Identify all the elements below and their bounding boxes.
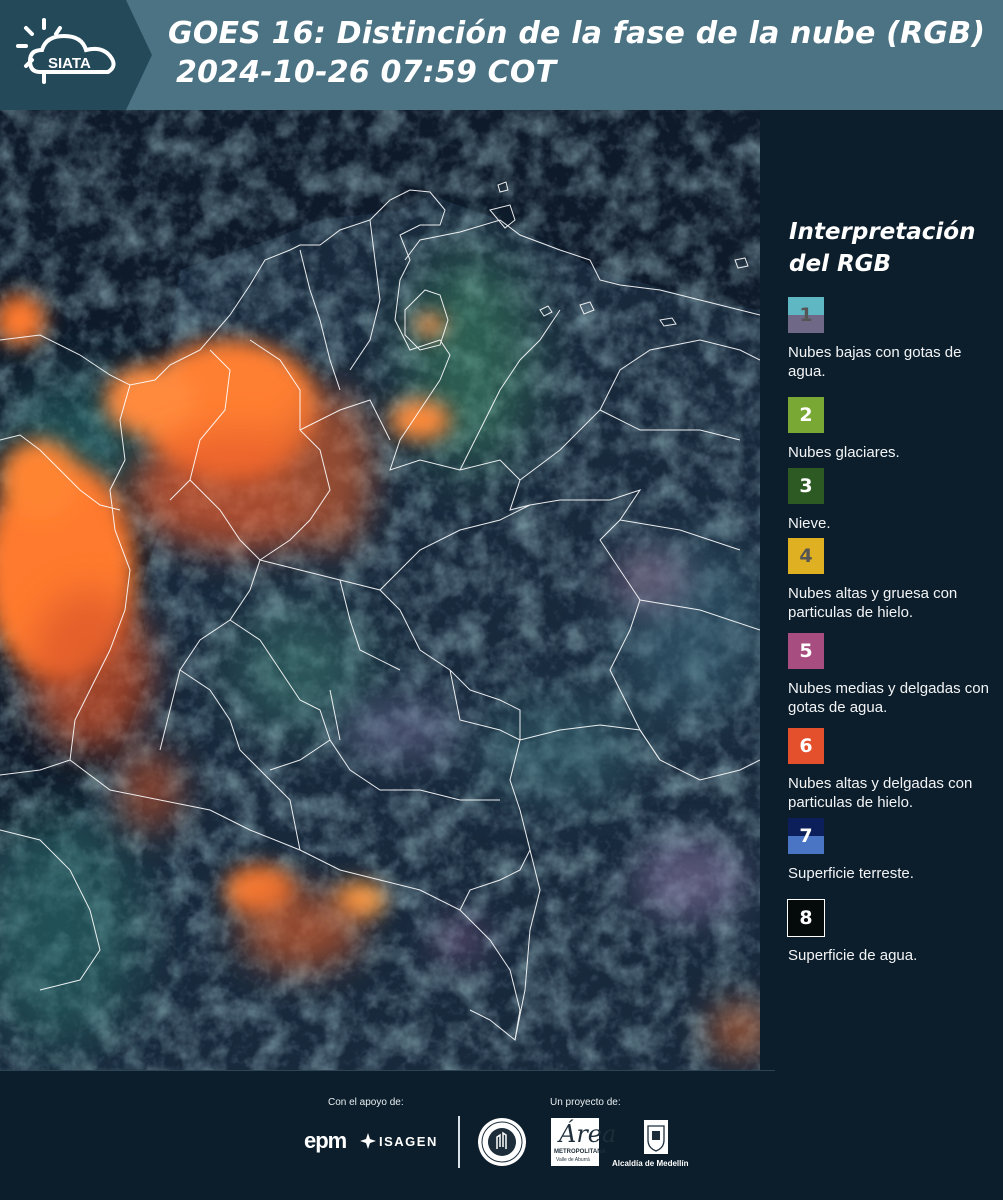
isagen-logo[interactable]: ISAGEN xyxy=(360,1131,438,1151)
page-timestamp: 2024-10-26 07:59 COT xyxy=(176,55,557,90)
satellite-map[interactable] xyxy=(0,110,760,1070)
seal-icon[interactable] xyxy=(477,1117,527,1167)
footer-separator xyxy=(458,1116,460,1168)
legend-number: 6 xyxy=(799,735,813,757)
legend-swatch: 5 xyxy=(788,633,824,669)
isagen-star-icon xyxy=(360,1133,376,1149)
legend-number: 7 xyxy=(799,825,813,847)
legend-swatch: 3 xyxy=(788,468,824,504)
footer: Con el apoyo de: Un proyecto de: epm ISA… xyxy=(0,1070,1003,1200)
legend-label: Nubes glaciares. xyxy=(788,444,900,461)
legend-label: Nubes bajas con gotas de agua. xyxy=(788,344,962,380)
legend-item: 2 Nubes glaciares. xyxy=(788,397,1000,462)
legend-label: Nubes medias y delgadas con gotas de agu… xyxy=(788,680,989,716)
legend-swatch: 6 xyxy=(788,728,824,764)
footer-divider xyxy=(0,1070,775,1071)
area-metropolitana-logo[interactable]: Área METROPOLITANA Valle de Aburrá xyxy=(551,1118,616,1166)
satellite-map-svg xyxy=(0,110,760,1070)
legend-number: 3 xyxy=(799,475,813,497)
alcaldia-label: Alcaldía de Medellín xyxy=(612,1159,689,1168)
legend-label: Nubes altas y delgadas con particulas de… xyxy=(788,775,973,811)
cloud-sun-icon: SIATA xyxy=(16,18,116,84)
legend-number: 2 xyxy=(799,404,813,426)
legend-item: 8 Superficie de agua. xyxy=(787,899,1000,965)
legend-panel: Interpretación del RGB 1 Nubes bajas con … xyxy=(760,110,1003,1070)
legend-item: 1 Nubes bajas con gotas de agua. xyxy=(788,297,1000,381)
legend-title: Interpretación del RGB xyxy=(789,219,976,277)
legend-item: 4 Nubes altas y gruesa con particulas de … xyxy=(788,538,1000,622)
legend-swatch: 8 xyxy=(787,899,825,937)
legend-item: 5 Nubes medias y delgadas con gotas de ag… xyxy=(788,633,1000,717)
page-title: GOES 16: Distinción de la fase de la nub… xyxy=(168,16,986,51)
header-banner: SIATA GOES 16: Distinción de la fase de … xyxy=(0,0,1003,110)
legend-number: 1 xyxy=(799,304,813,326)
project-label: Un proyecto de: xyxy=(550,1097,621,1108)
siata-logo[interactable]: SIATA xyxy=(0,0,152,110)
legend-number: 5 xyxy=(799,640,813,662)
legend-label: Superficie terreste. xyxy=(788,865,914,882)
legend-label: Superficie de agua. xyxy=(788,947,918,964)
legend-item: 3 Nieve. xyxy=(788,468,1000,533)
amva-letter: Área xyxy=(559,1120,617,1148)
isagen-text: ISAGEN xyxy=(379,1133,438,1149)
legend-swatch: 4 xyxy=(788,538,824,574)
legend-swatch: 7 xyxy=(788,818,824,854)
legend-label: Nubes altas y gruesa con particulas de h… xyxy=(788,585,958,621)
legend-swatch: 1 xyxy=(788,297,824,333)
support-label: Con el apoyo de: xyxy=(328,1097,404,1108)
amva-line2: Valle de Aburrá xyxy=(556,1157,590,1163)
epm-logo[interactable]: epm xyxy=(304,1128,347,1154)
legend-number: 4 xyxy=(799,545,813,567)
amva-line1: METROPOLITANA xyxy=(554,1149,606,1155)
legend-item: 6 Nubes altas y delgadas con particulas d… xyxy=(788,728,1000,812)
crest-icon[interactable] xyxy=(642,1118,670,1156)
legend-label: Nieve. xyxy=(788,515,831,532)
legend-item: 7 Superficie terreste. xyxy=(788,818,1000,883)
legend-number: 8 xyxy=(799,907,813,929)
legend-swatch: 2 xyxy=(788,397,824,433)
siata-logo-text: SIATA xyxy=(48,55,91,72)
